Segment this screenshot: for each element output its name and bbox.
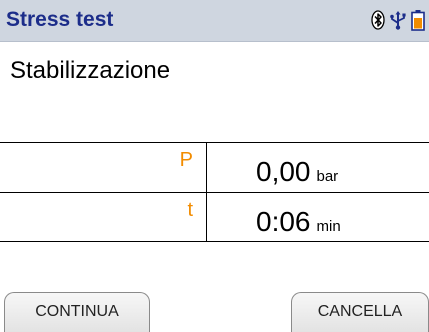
device-screen: Stress test Stabilizzazione P 0,00 bar t… (0, 0, 429, 332)
usb-icon (390, 11, 406, 30)
time-unit: min (316, 218, 341, 235)
pressure-row: P 0,00 bar (0, 143, 429, 192)
time-label: t (187, 199, 193, 221)
time-row: t 0:06 min (0, 193, 429, 242)
measurement-table: P 0,00 bar t 0:06 min (0, 142, 429, 242)
time-reading: 0:06 min (256, 207, 341, 242)
pressure-reading: 0,00 bar (256, 157, 338, 192)
pressure-unit: bar (316, 168, 339, 185)
status-icons (371, 8, 425, 32)
pressure-label: P (179, 149, 193, 171)
screen-title: Stress test (6, 8, 114, 31)
time-value: 0:06 (256, 206, 311, 237)
title-bar: Stress test (0, 0, 429, 42)
bluetooth-icon (371, 10, 385, 30)
battery-icon (411, 10, 425, 31)
column-divider (206, 143, 207, 241)
continue-button[interactable]: CONTINUA (4, 292, 150, 332)
cancel-button[interactable]: CANCELLA (291, 292, 429, 332)
pressure-value: 0,00 (256, 156, 311, 187)
status-message: Stabilizzazione (10, 57, 171, 84)
